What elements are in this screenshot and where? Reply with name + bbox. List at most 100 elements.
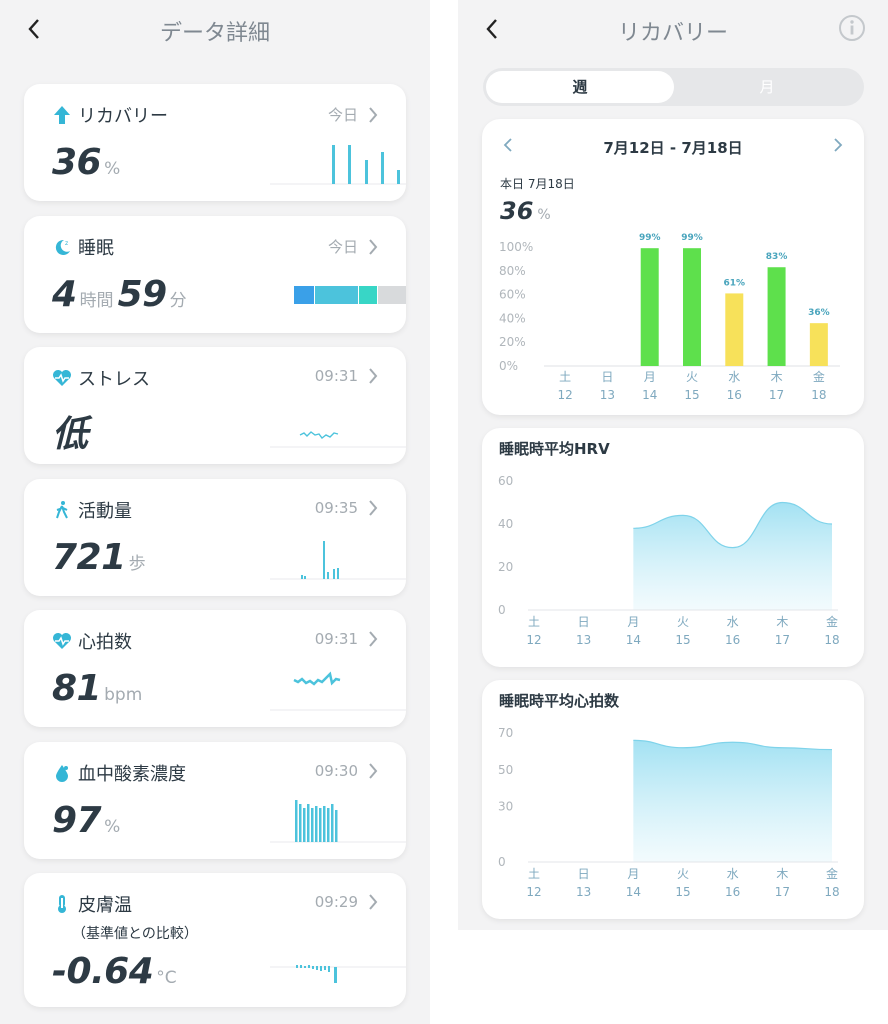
y-tick-label: 60: [498, 474, 513, 488]
top-bar: リカバリー: [458, 0, 888, 60]
skin-temperature-card[interactable]: 皮膚温 （基準値との比較） 09:29 -0.64 °C: [24, 873, 406, 1007]
x-tick-day: 金: [813, 369, 825, 384]
thermometer-icon: [52, 894, 72, 914]
moon-icon: z: [52, 237, 72, 257]
card-meta-text: 09:29: [314, 893, 358, 911]
heart-pulse-icon: [52, 631, 72, 651]
bar[interactable]: [809, 323, 828, 366]
y-tick-label: 0: [498, 603, 506, 617]
card-title: 血中酸素濃度: [52, 760, 186, 786]
card-meta-text: 今日: [327, 238, 358, 256]
card-title-text: リカバリー: [78, 106, 168, 127]
x-tick-date: 17: [775, 633, 790, 647]
recovery-card[interactable]: リカバリー 今日 36%: [24, 84, 406, 201]
y-tick-label: 40%: [499, 311, 526, 325]
card-title-text: 睡眠: [78, 238, 114, 259]
y-tick-label: 100%: [499, 240, 533, 254]
x-tick-day: 水: [727, 615, 739, 629]
value-hours: 4: [52, 274, 77, 315]
card-meta: 09:29: [315, 893, 378, 911]
y-tick-label: 0: [498, 855, 506, 869]
tab-week[interactable]: 週: [486, 71, 674, 103]
card-meta-text: 09:35: [314, 499, 358, 517]
value-unit: %: [104, 817, 121, 837]
blood-oxygen-card[interactable]: 血中酸素濃度 09:30 97%: [24, 742, 406, 859]
value-unit: °C: [156, 968, 177, 988]
bar[interactable]: [683, 248, 701, 366]
x-tick-date: 12: [526, 633, 541, 647]
bar[interactable]: [767, 267, 786, 366]
page-title: データ詳細: [159, 21, 270, 46]
x-tick-date: 14: [626, 885, 641, 899]
sleep-card[interactable]: z 睡眠 今日 4 時間 59 分: [24, 216, 406, 333]
card-title-text: 心拍数: [78, 632, 132, 653]
chevron-right-icon: [369, 238, 378, 255]
value-number: 721: [52, 537, 126, 578]
card-meta-text: 今日: [327, 106, 358, 124]
bar[interactable]: [640, 248, 659, 366]
card-meta: 09:31: [315, 630, 378, 648]
card-title-text: 血中酸素濃度: [78, 764, 186, 785]
bar-value-label: 83%: [766, 252, 788, 262]
chevron-right-icon: [369, 368, 378, 384]
heart-rate-card[interactable]: 心拍数 09:31 81 bpm: [24, 610, 406, 727]
chevron-right-icon: [369, 894, 378, 910]
recovery-bar-chart: 0% 20% 40% 60% 80% 100% 土 12 日 13 99% 月 14 99% 火 15 61% 水…: [499, 233, 840, 402]
x-tick-day: 日: [578, 615, 590, 629]
x-tick-day: 月: [627, 615, 639, 629]
x-tick-day: 木: [776, 867, 788, 881]
bar[interactable]: [725, 293, 744, 366]
card-title-text: 活動量: [78, 501, 132, 522]
card-value: 81 bpm: [52, 668, 146, 709]
y-tick-label: 80%: [499, 264, 526, 278]
page-title: リカバリー: [617, 21, 728, 46]
x-tick-day: 月: [627, 867, 639, 881]
tab-month[interactable]: 月: [673, 71, 861, 103]
period-toggle: 週 月: [483, 68, 864, 106]
chevron-right-icon: [369, 763, 378, 779]
x-tick-date: 18: [824, 633, 839, 647]
x-tick-date: 14: [642, 388, 657, 402]
x-tick-day: 日: [578, 867, 590, 881]
bar-value-label: 99%: [681, 233, 703, 243]
area-fill: [633, 502, 832, 610]
value-unit-hours: 時間: [79, 291, 114, 311]
card-value: 低: [52, 405, 88, 457]
card-value: 97%: [52, 800, 124, 841]
card-meta: 09:30: [315, 762, 378, 780]
recovery-chart-card: 7月12日 - 7月18日 本日 7月18日 36% 0% 20% 40% 60% 80…: [482, 119, 864, 415]
x-tick-date: 14: [626, 633, 641, 647]
chevron-right-icon: [369, 500, 378, 516]
card-meta: 09:31: [315, 367, 378, 385]
value-number: 97: [52, 800, 102, 841]
x-tick-day: 火: [686, 370, 698, 384]
x-tick-date: 18: [824, 885, 839, 899]
x-tick-day: 土: [559, 370, 571, 384]
heart-rate-sparkline: [270, 671, 406, 711]
top-bar: データ詳細: [0, 0, 430, 60]
bar-value-label: 36%: [808, 308, 830, 318]
recovery-sparkline: [270, 145, 406, 185]
value-number: 低: [52, 414, 88, 455]
x-tick-day: 日: [601, 370, 613, 384]
card-meta-text: 09:30: [314, 762, 358, 780]
x-tick-date: 16: [725, 885, 740, 899]
value-minutes: 59: [117, 274, 168, 315]
y-tick-label: 30: [498, 800, 513, 814]
x-tick-date: 13: [576, 633, 591, 647]
info-icon[interactable]: [838, 14, 866, 42]
card-title: ストレス: [52, 365, 150, 391]
y-tick-label: 20%: [499, 335, 526, 349]
x-tick-day: 火: [677, 615, 689, 629]
heart-pulse-icon: [52, 368, 72, 388]
stress-card[interactable]: ストレス 09:31 低: [24, 347, 406, 464]
card-title: 皮膚温: [52, 891, 132, 917]
value-unit-minutes: 分: [169, 291, 187, 311]
x-tick-date: 12: [526, 885, 541, 899]
sleep-stage-bar: [294, 286, 406, 304]
activity-card[interactable]: 活動量 09:35 721 歩: [24, 479, 406, 596]
card-value: 4 時間 59 分: [52, 274, 191, 315]
x-tick-day: 金: [826, 866, 838, 881]
x-tick-day: 木: [771, 370, 783, 384]
bar-value-label: 61%: [724, 278, 746, 288]
